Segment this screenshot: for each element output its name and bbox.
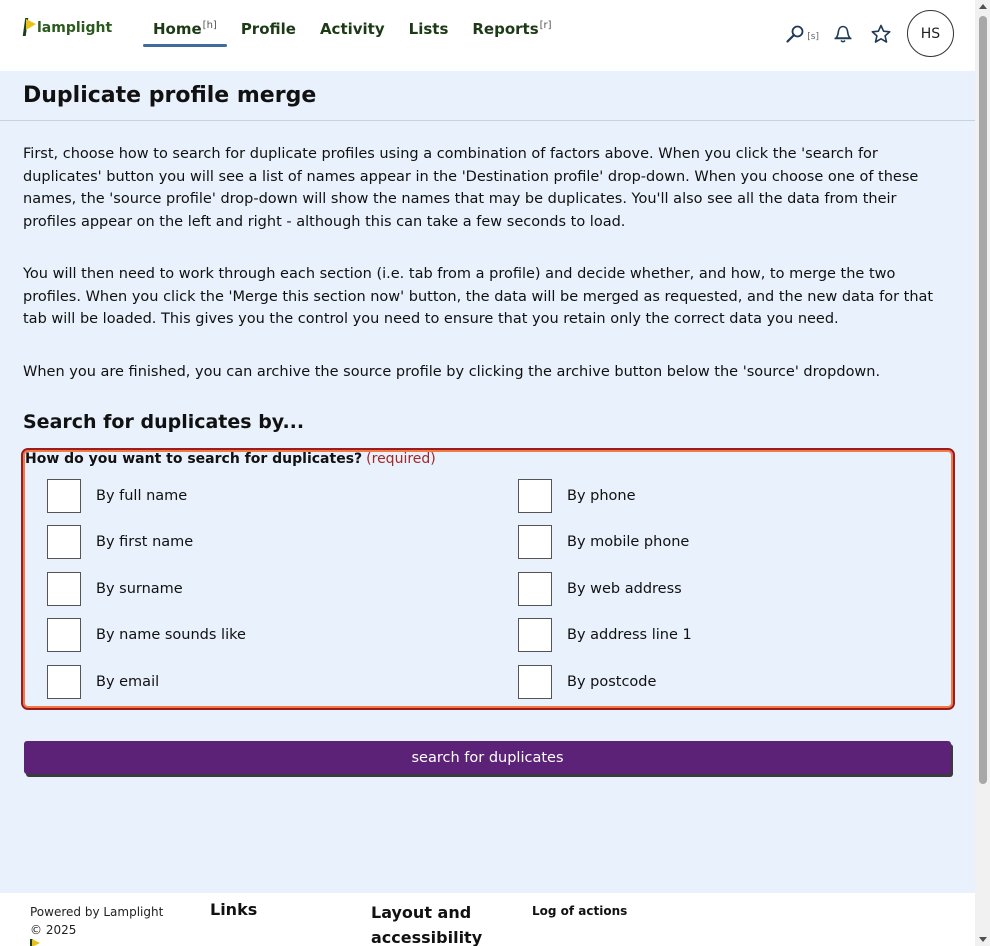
page-title: Duplicate profile merge [23,83,317,108]
option-label: By first name [96,534,194,550]
section-title: Search for duplicates by... [23,411,305,433]
bell-icon [834,25,852,43]
intro-text: First, choose how to search for duplicat… [23,143,948,413]
title-divider [0,120,975,121]
intro-paragraph: When you are finished, you can archive t… [23,363,881,380]
option-full-name[interactable]: By full name [47,479,187,513]
search-criteria-question: How do you want to search for duplicates… [25,451,436,467]
footer-log-heading[interactable]: Log of actions [532,904,627,918]
option-label: By web address [567,581,682,597]
lamp-icon [22,18,36,36]
footer-layout-heading: Layout and accessibility [371,903,483,946]
option-name-sounds-like[interactable]: By name sounds like [47,618,246,652]
checkbox[interactable] [47,665,81,699]
header-actions: [s] HS [785,10,975,57]
option-label: By mobile phone [567,534,690,550]
option-mobile-phone[interactable]: By mobile phone [518,525,689,559]
page-footer: Powered by Lamplight © 2025 Links Layout… [0,893,975,946]
nav-reports[interactable]: Reports[r] [462,14,561,46]
search-button[interactable]: [s] [785,24,819,44]
checkbox[interactable] [518,618,552,652]
option-email[interactable]: By email [47,665,159,699]
powered-by-text: Powered by Lamplight [30,905,164,919]
option-label: By email [96,674,160,690]
checkbox[interactable] [47,618,81,652]
copyright-text: © 2025 [30,923,77,937]
search-icon [786,25,804,43]
nav-home-label: Home [153,20,202,38]
scroll-up-arrow-icon[interactable] [979,4,987,9]
search-criteria-group: How do you want to search for duplicates… [21,448,955,710]
main-nav: Home[h] Profile Activity Lists Reports[r… [143,14,566,47]
checkbox[interactable] [47,525,81,559]
top-header: lamplight Home[h] Profile Activity Lists… [0,0,975,71]
option-label: By address line 1 [567,627,692,643]
nav-reports-shortcut: [r] [539,20,552,31]
option-surname[interactable]: By surname [47,572,183,606]
nav-activity-label: Activity [319,20,385,38]
main-content: Duplicate profile merge First, choose ho… [0,71,975,893]
required-label: (required) [366,451,436,467]
question-text: How do you want to search for duplicates… [25,451,363,467]
option-label: By postcode [567,674,657,690]
option-label: By full name [96,488,188,504]
option-postcode[interactable]: By postcode [518,665,656,699]
user-avatar[interactable]: HS [907,10,954,57]
option-web-address[interactable]: By web address [518,572,682,606]
nav-profile[interactable]: Profile [231,14,306,46]
checkbox[interactable] [47,479,81,513]
checkbox[interactable] [518,665,552,699]
search-shortcut: [s] [807,31,819,42]
checkbox[interactable] [518,572,552,606]
option-label: By surname [96,581,183,597]
footer-lamp-icon [30,939,44,946]
checkbox[interactable] [518,525,552,559]
option-first-name[interactable]: By first name [47,525,193,559]
footer-links-heading: Links [210,900,258,919]
nav-activity[interactable]: Activity [310,14,395,46]
nav-lists-label: Lists [408,20,449,38]
footer-powered-by: Powered by Lamplight © 2025 [30,903,163,939]
checkbox[interactable] [518,479,552,513]
option-label: By phone [567,488,636,504]
scroll-thumb[interactable] [979,16,987,784]
notifications-button[interactable] [831,22,855,46]
nav-home-shortcut: [h] [202,20,217,31]
logo-text: lamplight [37,20,113,36]
star-icon [871,24,891,43]
option-label: By name sounds like [96,627,246,643]
option-phone[interactable]: By phone [518,479,636,513]
nav-reports-label: Reports [472,20,539,38]
nav-profile-label: Profile [240,20,296,38]
nav-home[interactable]: Home[h] [143,14,227,47]
scroll-down-arrow-icon[interactable] [979,937,987,942]
search-for-duplicates-button[interactable]: search for duplicates [24,741,951,774]
favourites-button[interactable] [869,22,893,46]
page-scrollbar[interactable] [975,0,990,946]
nav-lists[interactable]: Lists [399,14,459,46]
option-address-line-1[interactable]: By address line 1 [518,618,692,652]
intro-paragraph: First, choose how to search for duplicat… [23,146,919,230]
lamplight-logo[interactable]: lamplight [22,18,112,36]
checkbox[interactable] [47,572,81,606]
intro-paragraph: You will then need to work through each … [23,266,934,327]
